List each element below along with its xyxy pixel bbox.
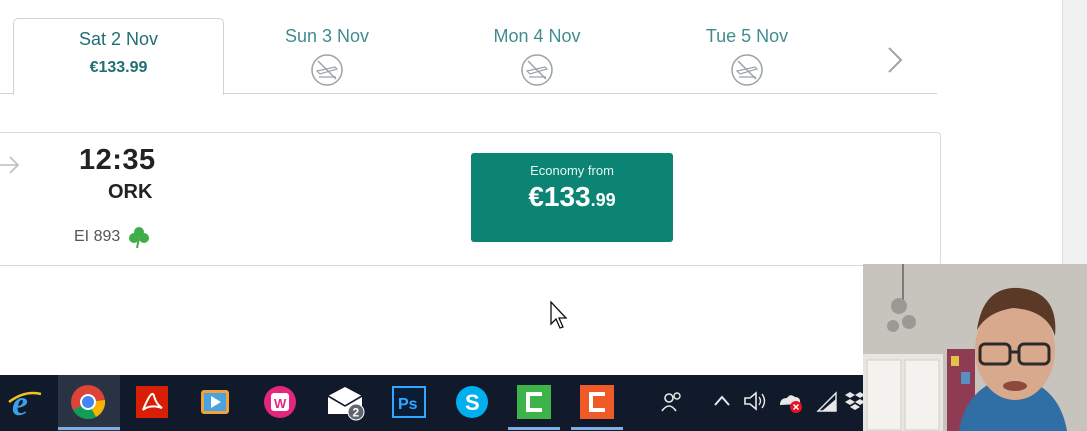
camtasia-green-active-indicator <box>508 427 560 430</box>
svg-text:W: W <box>274 396 287 411</box>
no-flights-icon <box>731 54 763 86</box>
date-tab-mon-4-nov[interactable]: Mon 4 Nov <box>457 26 617 87</box>
date-tab-sat-2-nov[interactable]: Sat 2 Nov €133.99 <box>13 18 224 95</box>
price-main: €133 <box>528 181 591 212</box>
camtasia-green-icon[interactable] <box>514 382 554 422</box>
webcam-video-overlay <box>863 264 1087 431</box>
svg-text:e: e <box>12 383 28 422</box>
arrival-airport: ORK <box>108 181 153 203</box>
flight-results-page: Sat 2 Nov €133.99 Sun 3 Nov Mon 4 Nov Tu… <box>0 0 1087 431</box>
dropbox-icon[interactable] <box>845 389 865 413</box>
tab-price-label: €133.99 <box>89 59 148 76</box>
wifi-icon[interactable] <box>814 389 840 415</box>
media-player-icon[interactable] <box>195 382 235 422</box>
acrobat-icon[interactable] <box>132 382 172 422</box>
price-cents: .99 <box>590 190 616 210</box>
flight-number: EI 893 <box>74 228 121 245</box>
camtasia-red-icon[interactable] <box>577 382 617 422</box>
internet-explorer-icon[interactable]: e <box>5 382 45 422</box>
economy-price: €133.99 <box>528 181 615 213</box>
date-tab-sun-3-nov[interactable]: Sun 3 Nov <box>247 26 407 87</box>
onedrive-error-icon[interactable] <box>776 389 804 415</box>
svg-text:S: S <box>465 390 480 415</box>
photoshop-icon[interactable]: Ps <box>389 382 429 422</box>
people-icon[interactable] <box>660 389 686 415</box>
no-flights-icon <box>521 54 553 86</box>
volume-icon[interactable] <box>742 389 768 413</box>
no-flights-icon <box>311 54 343 86</box>
wamp-icon[interactable]: W <box>260 382 300 422</box>
tab-date-label: Sat 2 Nov <box>78 29 159 49</box>
arrow-right-icon <box>0 156 20 174</box>
chevron-up-icon[interactable] <box>712 393 732 409</box>
date-tab-tue-5-nov[interactable]: Tue 5 Nov <box>667 26 827 87</box>
mouse-cursor-icon <box>550 300 568 329</box>
tab-date-label: Tue 5 Nov <box>705 26 789 46</box>
skype-icon[interactable]: S <box>452 382 492 422</box>
chrome-icon[interactable] <box>68 382 108 422</box>
chrome-active-indicator <box>58 427 120 430</box>
photoshop-label: Ps <box>398 396 418 413</box>
economy-fare-button[interactable]: Economy from €133.99 <box>471 153 673 242</box>
arrival-time: 12:35 <box>79 144 156 176</box>
chevron-right-icon[interactable] <box>884 44 906 76</box>
camtasia-red-active-indicator <box>571 427 623 430</box>
economy-label: Economy from <box>530 163 614 178</box>
tab-date-label: Mon 4 Nov <box>493 26 581 46</box>
shamrock-icon <box>129 227 149 249</box>
tab-date-label: Sun 3 Nov <box>284 26 370 46</box>
mail-badge: 2 <box>353 406 360 420</box>
mail-icon[interactable]: 2 <box>325 382 365 422</box>
